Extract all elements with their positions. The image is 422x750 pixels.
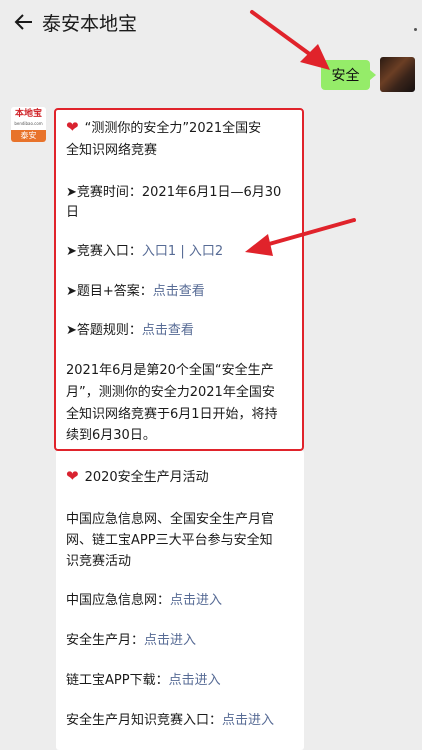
list-item: 安全生产月知识竞赛入口：点击进入 xyxy=(66,710,274,732)
logo-site: bendibao.com xyxy=(14,121,43,126)
qa-row: ➤题目+答案：点击查看 xyxy=(66,281,205,303)
card1-title-text: “测测你的安全力”2021全国安 xyxy=(84,121,262,136)
sender-avatar[interactable]: 本地宝 bendibao.com 泰安 xyxy=(11,107,46,142)
contest-time-line2: 日 xyxy=(66,205,80,220)
intro-line3: 识竞赛活动 xyxy=(66,554,132,569)
user-avatar[interactable] xyxy=(380,57,415,92)
desc-line3: 全知识网络竞赛于6月1日开始，将持 xyxy=(66,407,278,422)
rules-label: ➤答题规则： xyxy=(66,323,142,338)
logo-city: 泰安 xyxy=(11,130,46,142)
item-label: 安全生产月： xyxy=(66,633,145,648)
rules-row: ➤答题规则：点击查看 xyxy=(66,320,194,342)
desc-line1: 2021年6月是第20个全国“安全生产 xyxy=(66,363,274,378)
item-link[interactable]: 点击进入 xyxy=(170,593,222,608)
card2-title: 2020安全生产月活动 xyxy=(84,470,209,485)
intro-line1: 中国应急信息网、全国安全生产月官 xyxy=(66,512,275,527)
outgoing-message[interactable]: 安全 xyxy=(321,60,376,90)
back-arrow-icon[interactable] xyxy=(12,10,36,34)
chat-title: 泰安本地宝 xyxy=(42,13,138,35)
entry-separator: | xyxy=(176,244,189,259)
list-item: 安全生产月：点击进入 xyxy=(66,630,196,652)
item-link[interactable]: 点击进入 xyxy=(222,713,274,728)
item-label: 链工宝APP下载： xyxy=(66,673,169,688)
card1-title-line2: 全知识网络竞赛 xyxy=(66,143,158,158)
contest-time-line1: ➤竞赛时间：2021年6月1日—6月30 xyxy=(66,185,282,200)
contest-entry-label: ➤竞赛入口： xyxy=(66,244,142,259)
contest-entry-row: ➤竞赛入口：入口1 | 入口2 xyxy=(66,241,223,263)
list-item: 链工宝APP下载：点击进入 xyxy=(66,670,221,692)
qa-link[interactable]: 点击查看 xyxy=(153,284,205,299)
desc-line2: 月”，测测你的安全力2021年全国安 xyxy=(66,385,275,400)
top-bar: 泰安本地宝 xyxy=(0,0,422,44)
desc-line4: 续到6月30日。 xyxy=(66,428,156,443)
card1-title-line1: ❤ “测测你的安全力”2021全国安 xyxy=(66,116,261,140)
intro-line2: 网、链工宝APP三大平台参与安全知 xyxy=(66,533,273,548)
more-icon[interactable] xyxy=(414,28,417,31)
entry2-link[interactable]: 入口2 xyxy=(189,244,223,259)
item-link[interactable]: 点击进入 xyxy=(169,673,221,688)
heart-icon: ❤ xyxy=(66,467,79,485)
qa-label: ➤题目+答案： xyxy=(66,284,153,299)
item-label: 安全生产月知识竞赛入口： xyxy=(66,713,223,728)
card2-title-row: ❤ 2020安全生产月活动 xyxy=(66,465,209,489)
item-link[interactable]: 点击进入 xyxy=(144,633,196,648)
heart-icon: ❤ xyxy=(66,118,79,136)
entry1-link[interactable]: 入口1 xyxy=(142,244,176,259)
item-label: 中国应急信息网： xyxy=(66,593,171,608)
list-item: 中国应急信息网：点击进入 xyxy=(66,590,222,612)
rules-link[interactable]: 点击查看 xyxy=(142,323,194,338)
